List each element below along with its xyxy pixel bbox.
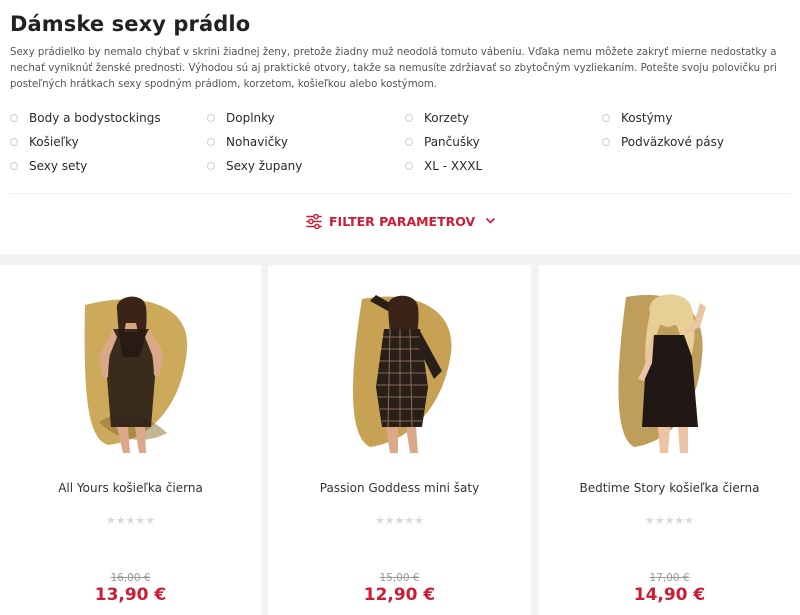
divider	[10, 193, 790, 194]
category-item[interactable]: Podväzkové pásy	[602, 132, 724, 152]
page-header: Dámske sexy prádlo Sexy prádielko by nem…	[0, 0, 800, 254]
radio-icon	[207, 114, 215, 122]
radio-icon	[602, 138, 610, 146]
old-price: 16,00 €	[110, 572, 151, 584]
filter-parameters-button[interactable]: FILTER PARAMETROV	[306, 209, 496, 233]
category-label: XL - XXXL	[424, 159, 483, 173]
category-label: Sexy župany	[226, 159, 303, 173]
radio-icon	[10, 162, 18, 170]
category-list: Body a bodystockings Doplnky Korzety Kos…	[10, 108, 790, 180]
category-label: Pančušky	[424, 135, 480, 149]
product-title[interactable]: All Yours košieľka čierna	[0, 481, 261, 495]
category-label: Podväzkové pásy	[621, 135, 725, 149]
product-image[interactable]	[580, 287, 760, 457]
old-price: 17,00 €	[649, 572, 690, 584]
radio-icon	[405, 114, 413, 122]
category-label: Kostýmy	[621, 111, 673, 125]
radio-icon	[405, 162, 413, 170]
old-price: 15,00 €	[379, 572, 420, 584]
product-image[interactable]	[310, 287, 490, 457]
category-description: Sexy prádielko by nemalo chýbať v skrini…	[10, 47, 777, 90]
radio-icon	[207, 162, 215, 170]
chevron-down-icon	[486, 218, 496, 224]
rating-stars: ★★★★★	[644, 514, 695, 527]
product-card[interactable]: All Yours košieľka čierna ★★★★★ 16,00 € …	[0, 265, 261, 615]
product-image[interactable]	[41, 287, 221, 457]
radio-icon	[207, 138, 215, 146]
category-item[interactable]: Kostýmy	[602, 108, 672, 128]
category-item[interactable]: Sexy sety	[10, 156, 87, 176]
price: 13,90 €	[94, 585, 167, 605]
category-label: Doplnky	[226, 111, 275, 125]
category-item[interactable]: Pančušky	[405, 132, 480, 152]
category-label: Nohavičky	[226, 135, 288, 149]
category-label: Body a bodystockings	[29, 111, 161, 125]
category-label: Košieľky	[29, 135, 79, 149]
radio-icon	[10, 138, 18, 146]
category-label: Korzety	[424, 111, 470, 125]
category-item[interactable]: Doplnky	[207, 108, 275, 128]
price: 12,90 €	[363, 585, 436, 605]
page-title: Dámske sexy prádlo	[10, 12, 251, 36]
category-item[interactable]: Sexy župany	[207, 156, 302, 176]
price: 14,90 €	[633, 585, 706, 605]
product-card[interactable]: Passion Goddess mini šaty ★★★★★ 15,00 € …	[268, 265, 531, 615]
radio-icon	[10, 114, 18, 122]
product-title[interactable]: Passion Goddess mini šaty	[268, 481, 531, 495]
category-item[interactable]: Body a bodystockings	[10, 108, 161, 128]
product-card[interactable]: Bedtime Story košieľka čierna ★★★★★ 17,0…	[539, 265, 800, 615]
rating-stars: ★★★★★	[105, 514, 156, 527]
category-item[interactable]: Korzety	[405, 108, 469, 128]
sliders-icon	[306, 213, 322, 229]
radio-icon	[405, 138, 413, 146]
rating-stars: ★★★★★	[374, 514, 425, 527]
filter-label: FILTER PARAMETROV	[329, 213, 476, 229]
category-item[interactable]: Košieľky	[10, 132, 79, 152]
category-label: Sexy sety	[29, 159, 88, 173]
product-title[interactable]: Bedtime Story košieľka čierna	[539, 481, 800, 495]
category-item[interactable]: XL - XXXL	[405, 156, 482, 176]
category-item[interactable]: Nohavičky	[207, 132, 288, 152]
radio-icon	[602, 114, 610, 122]
